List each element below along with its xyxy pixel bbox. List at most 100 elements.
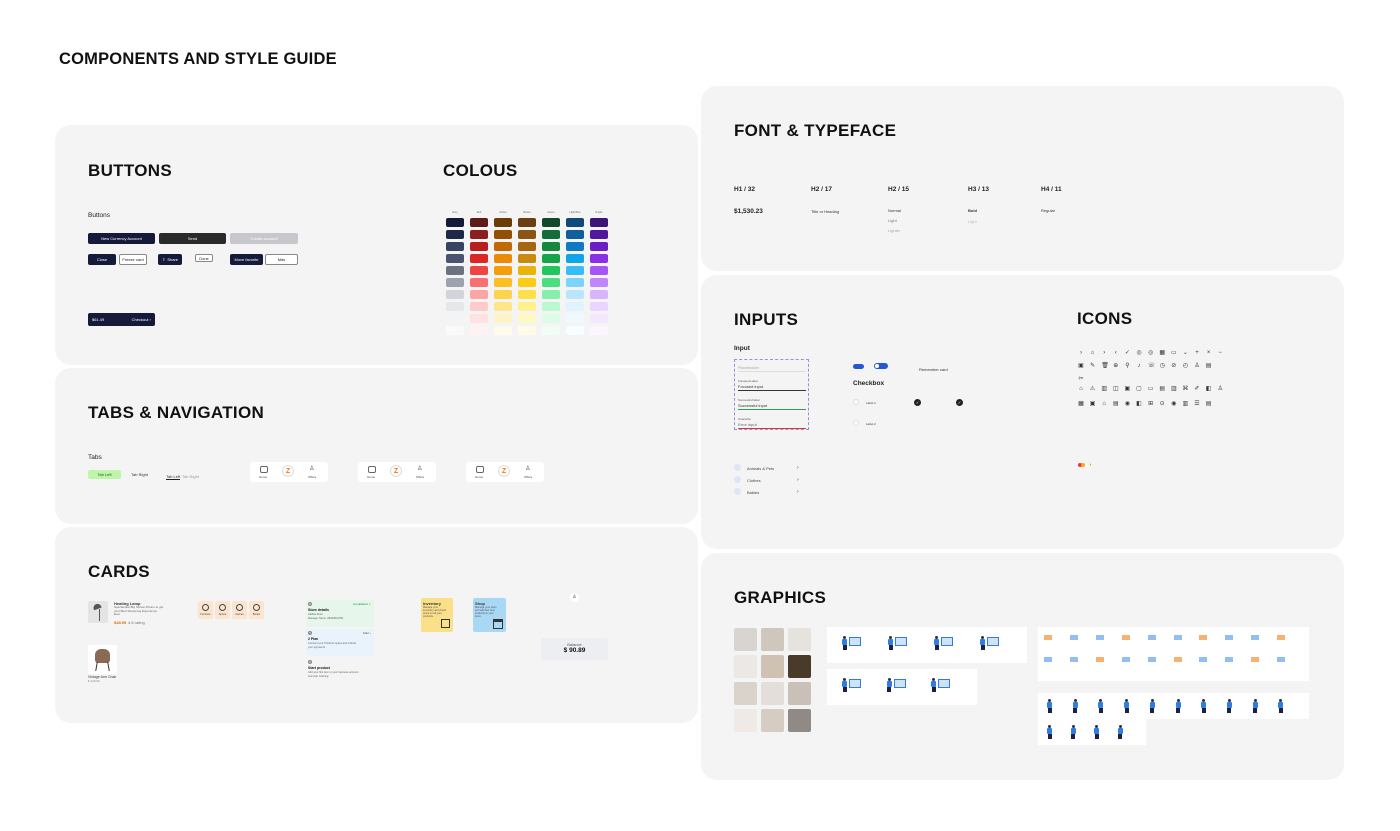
- ui-icon[interactable]: ›: [1101, 350, 1107, 356]
- ui-icon[interactable]: ☰: [1194, 401, 1200, 407]
- category-chip[interactable]: Games: [232, 601, 247, 619]
- tab-left-active[interactable]: Tab Left: [88, 470, 121, 479]
- category-list-item[interactable]: Animals & Pets ›: [734, 464, 802, 472]
- success-input[interactable]: Successful input: [738, 403, 806, 410]
- ui-icon[interactable]: ▦: [1159, 350, 1165, 356]
- person-icon[interactable]: ♙: [309, 465, 314, 472]
- ui-icon[interactable]: ♙: [1194, 363, 1200, 369]
- ui-icon[interactable]: ◫: [1113, 386, 1119, 392]
- ui-icon[interactable]: ◉: [1171, 401, 1177, 407]
- chair-card[interactable]: Vintage Arm Chair $ 120.00: [88, 645, 118, 683]
- ui-icon[interactable]: ▤: [1113, 401, 1119, 407]
- category-chip[interactable]: Furniture: [198, 601, 213, 619]
- tab-right[interactable]: Tab Right: [123, 470, 156, 479]
- checkbox-unchecked-1[interactable]: [853, 399, 859, 405]
- ui-icon[interactable]: ⚲: [1124, 363, 1130, 369]
- focused-input[interactable]: Focused input: [738, 384, 806, 391]
- new-currency-button[interactable]: New Currency Account: [88, 233, 155, 244]
- home-icon[interactable]: [476, 466, 484, 473]
- toggle-on[interactable]: [874, 363, 888, 369]
- category-list-item[interactable]: Babies ›: [734, 488, 802, 496]
- ui-icon[interactable]: ✐: [1194, 386, 1200, 392]
- ui-icon[interactable]: ⊙: [1159, 401, 1165, 407]
- ui-icon[interactable]: ☏: [1148, 363, 1156, 369]
- ui-icon[interactable]: ▣: [1090, 401, 1096, 407]
- ui-icon[interactable]: ⊞: [1148, 401, 1154, 407]
- home-icon[interactable]: [368, 466, 376, 473]
- move-favorite-button[interactable]: Move favorite: [230, 254, 263, 265]
- ui-icon[interactable]: ▣: [1124, 386, 1131, 392]
- category-chip[interactable]: Sports: [215, 601, 230, 619]
- onboarding-step[interactable]: 2 2 Plan Start › Connect your Products spac…: [306, 629, 374, 656]
- close-button[interactable]: Close: [88, 254, 116, 265]
- checkbox-checked-1[interactable]: ✓: [914, 399, 921, 406]
- person-icon[interactable]: ♙: [417, 465, 422, 472]
- done-button[interactable]: Done: [195, 254, 213, 262]
- onboarding-step[interactable]: 1 Store details Completed ✓ Adidas Store Man…: [306, 600, 374, 627]
- checkbox-checked-2[interactable]: ✓: [956, 399, 963, 406]
- ui-icon[interactable]: ⌘: [1182, 386, 1188, 392]
- ui-icon[interactable]: ▥: [1171, 386, 1177, 392]
- ui-icon[interactable]: ♪: [1136, 363, 1142, 369]
- user-icon[interactable]: ♙: [570, 593, 579, 602]
- ui-icon[interactable]: ▤: [1159, 386, 1165, 392]
- ui-icon[interactable]: ▭: [1171, 350, 1177, 356]
- share-button[interactable]: ⇪ Share: [158, 254, 182, 265]
- tab-right-plain[interactable]: Tab Right: [182, 474, 199, 479]
- ui-icon[interactable]: ✂: [1078, 376, 1084, 382]
- ui-icon[interactable]: ×: [1206, 350, 1212, 356]
- ui-icon[interactable]: ✎: [1090, 363, 1096, 369]
- home-icon[interactable]: [260, 466, 268, 473]
- toggle-off[interactable]: [853, 364, 864, 369]
- create-account-button[interactable]: Create account: [230, 233, 298, 244]
- ui-icon[interactable]: ⌄: [1182, 350, 1188, 356]
- ui-icon[interactable]: ▥: [1182, 401, 1189, 407]
- send-button[interactable]: Send: [159, 233, 226, 244]
- ui-icon[interactable]: ⌂: [1101, 401, 1107, 407]
- ui-icon[interactable]: ▣: [1078, 363, 1084, 369]
- ui-icon[interactable]: ◉: [1124, 401, 1130, 407]
- ui-icon[interactable]: 🗑: [1101, 363, 1109, 369]
- onboarding-step[interactable]: 3 Start product Add your first item to you…: [306, 658, 374, 685]
- ui-icon[interactable]: ♙: [1217, 386, 1223, 392]
- ui-icon[interactable]: ‹: [1113, 350, 1119, 356]
- ui-icon[interactable]: ›: [1078, 350, 1084, 356]
- more-button[interactable]: Más: [265, 254, 298, 265]
- ui-icon[interactable]: +: [1194, 350, 1200, 356]
- ui-icon[interactable]: ◷: [1159, 363, 1165, 369]
- ui-icon[interactable]: ◎: [1148, 350, 1154, 356]
- ui-icon[interactable]: ▢: [1136, 386, 1142, 392]
- tab-left-underlined[interactable]: Tab Left: [166, 474, 181, 480]
- ui-icon[interactable]: ◴: [1182, 363, 1188, 369]
- ui-icon[interactable]: ◧: [1206, 386, 1212, 392]
- category-list-item[interactable]: Clothes ›: [734, 476, 802, 484]
- center-action-icon[interactable]: Z: [282, 465, 294, 477]
- ui-icon[interactable]: ✓: [1124, 350, 1130, 356]
- ui-icon[interactable]: ⚠: [1090, 386, 1096, 392]
- error-input[interactable]: Error input: [738, 422, 806, 429]
- colour-swatch: [566, 218, 584, 227]
- checkbox-unchecked-2[interactable]: [853, 420, 859, 426]
- ui-icon[interactable]: ▤: [1206, 401, 1212, 407]
- product-card[interactable]: Heating Lamp Spectacular Big Screen Phon…: [88, 601, 168, 627]
- ui-icon[interactable]: ▭: [1148, 386, 1154, 392]
- ui-icon[interactable]: ⊘: [1171, 363, 1177, 369]
- ui-icon[interactable]: ◎: [1136, 350, 1142, 356]
- shop-card[interactable]: Shop Manage your shop and add few new pr…: [473, 598, 506, 632]
- center-action-icon[interactable]: Z: [498, 465, 510, 477]
- ui-icon[interactable]: ⌂: [1090, 350, 1096, 356]
- person-icon[interactable]: ♙: [525, 465, 530, 472]
- ui-icon[interactable]: ▤: [1206, 363, 1212, 369]
- ui-icon[interactable]: ▥: [1101, 386, 1107, 392]
- ui-icon[interactable]: ▦: [1078, 401, 1084, 407]
- freeze-card-button[interactable]: Freeze card: [119, 254, 147, 265]
- placeholder-input[interactable]: Placeholder: [738, 365, 806, 372]
- inventory-card[interactable]: Inventory Manage your inventory and chec…: [421, 598, 453, 632]
- center-action-icon[interactable]: Z: [390, 465, 402, 477]
- checkout-button[interactable]: $61.49 Checkout ›: [88, 313, 155, 326]
- ui-icon[interactable]: ⊕: [1113, 363, 1119, 369]
- category-chip[interactable]: Books: [249, 601, 264, 619]
- ui-icon[interactable]: ⌂: [1078, 386, 1084, 392]
- ui-icon[interactable]: ◧: [1136, 401, 1142, 407]
- ui-icon[interactable]: −: [1217, 350, 1223, 356]
